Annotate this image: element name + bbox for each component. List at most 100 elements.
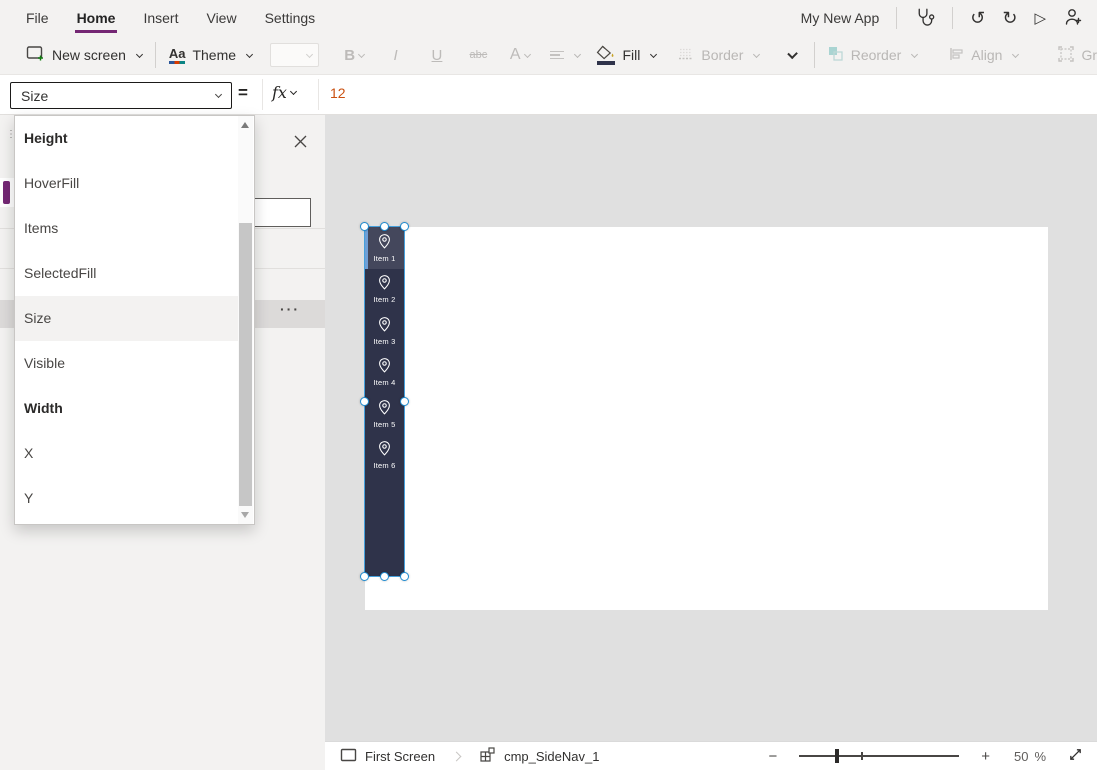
- divider: [318, 79, 319, 110]
- property-option-selectedfill[interactable]: SelectedFill: [15, 251, 238, 296]
- breadcrumb-component[interactable]: cmp_SideNav_1: [504, 749, 599, 764]
- sidenav-item-label: Item 2: [373, 295, 395, 304]
- scroll-down-icon[interactable]: [241, 512, 249, 518]
- zoom-slider[interactable]: [799, 755, 959, 757]
- more-commands-chevron-icon[interactable]: [788, 49, 799, 60]
- menubar: FileHomeInsertViewSettings My New App ↺ …: [0, 0, 1097, 36]
- redo-icon[interactable]: ↻: [1002, 9, 1017, 27]
- sidenav-item-2[interactable]: Item 2: [365, 269, 404, 311]
- scroll-up-icon[interactable]: [241, 122, 249, 128]
- selection-handle-bottom-middle[interactable]: [380, 572, 389, 581]
- fx-icon: fx: [272, 83, 287, 102]
- text-align-button[interactable]: [550, 51, 580, 60]
- selection-handle-top-middle[interactable]: [380, 222, 389, 231]
- property-option-visible[interactable]: Visible: [15, 341, 238, 386]
- menu-item-settings[interactable]: Settings: [251, 0, 330, 36]
- formula-input[interactable]: 12: [330, 85, 1087, 101]
- breadcrumb-screen[interactable]: First Screen: [365, 749, 435, 764]
- group-button[interactable]: Gr: [1058, 46, 1097, 65]
- scrollbar-thumb[interactable]: [239, 223, 252, 506]
- selection-handle-top-right[interactable]: [400, 222, 409, 231]
- sidenav-item-5[interactable]: Item 5: [365, 393, 404, 435]
- close-panel-icon[interactable]: [291, 132, 310, 151]
- zoom-out-button[interactable]: −: [768, 748, 777, 765]
- property-option-y[interactable]: Y: [15, 476, 238, 521]
- zoom-slider-thumb[interactable]: [835, 749, 839, 763]
- divider: [896, 7, 897, 29]
- app-title: My New App: [801, 10, 880, 26]
- divider: [814, 42, 815, 68]
- sidenav-item-6[interactable]: Item 6: [365, 435, 404, 477]
- overflow-menu-icon[interactable]: ···: [280, 301, 300, 317]
- font-color-button[interactable]: A: [499, 46, 540, 64]
- menu-item-file[interactable]: File: [12, 0, 63, 36]
- font-size-combobox[interactable]: [270, 43, 319, 67]
- sidenav-items: Item 1 Item 2 Item 3 Item 4 Item 5 Item 6: [365, 227, 404, 476]
- italic-button[interactable]: I: [375, 47, 416, 64]
- theme-aa-icon: Aa: [169, 47, 186, 64]
- property-selector-combobox[interactable]: Size: [10, 82, 232, 109]
- border-icon: [678, 47, 694, 64]
- underline-button[interactable]: U: [416, 47, 457, 64]
- play-preview-icon[interactable]: ▷: [1034, 11, 1046, 26]
- sidenav-item-label: Item 6: [373, 461, 395, 470]
- border-button[interactable]: Border: [678, 47, 759, 64]
- fit-to-window-icon[interactable]: [1068, 747, 1083, 765]
- chevron-down-icon: [215, 91, 222, 98]
- zoom-percent-value: 50: [1014, 749, 1028, 764]
- fx-dropdown-button[interactable]: fx: [272, 83, 296, 102]
- map-pin-icon: [377, 233, 392, 253]
- group-label: Gr: [1081, 47, 1097, 63]
- formula-bar: Size = fx 12: [0, 74, 1097, 115]
- canvas-area: Item 1 Item 2 Item 3 Item 4 Item 5 Item 6: [325, 115, 1097, 741]
- screen-artboard[interactable]: [365, 227, 1048, 610]
- sidenav-item-4[interactable]: Item 4: [365, 352, 404, 394]
- undo-icon[interactable]: ↺: [970, 9, 985, 27]
- property-option-height[interactable]: Height: [15, 116, 238, 161]
- sidenav-item-3[interactable]: Item 3: [365, 310, 404, 352]
- reorder-button[interactable]: Reorder: [828, 46, 918, 65]
- strikethrough-button[interactable]: abc: [458, 49, 499, 61]
- bold-button[interactable]: B: [333, 47, 374, 64]
- panel-search-input[interactable]: [253, 198, 311, 227]
- menu-item-home[interactable]: Home: [63, 0, 130, 36]
- align-button[interactable]: Align: [949, 47, 1018, 64]
- property-option-size[interactable]: Size: [15, 296, 238, 341]
- property-option-width[interactable]: Width: [15, 386, 238, 431]
- fill-button[interactable]: Fill: [596, 45, 656, 65]
- breadcrumb: First Screen cmp_SideNav_1: [325, 746, 599, 767]
- chevron-down-icon: [753, 50, 760, 57]
- selection-handle-bottom-left[interactable]: [360, 572, 369, 581]
- chevron-down-icon: [1012, 50, 1019, 57]
- app-checker-icon[interactable]: [914, 6, 935, 30]
- sidenav-component[interactable]: Item 1 Item 2 Item 3 Item 4 Item 5 Item 6: [365, 227, 404, 576]
- new-screen-button[interactable]: New screen: [26, 45, 142, 65]
- selection-handle-middle-left[interactable]: [360, 397, 369, 406]
- workspace: ⋮ [ ··· Item 1Item 2Item 3Item 4Item 5It…: [0, 115, 1097, 770]
- selection-handle-top-left[interactable]: [360, 222, 369, 231]
- map-pin-icon: [377, 399, 392, 419]
- property-option-items[interactable]: Items: [15, 206, 238, 251]
- property-option-hoverfill[interactable]: HoverFill: [15, 161, 238, 206]
- border-label: Border: [701, 47, 743, 63]
- chevron-down-icon: [650, 50, 657, 57]
- dropdown-scrollbar[interactable]: [238, 116, 253, 524]
- zoom-in-button[interactable]: +: [981, 748, 990, 765]
- map-pin-icon: [377, 274, 392, 294]
- sidenav-item-1[interactable]: Item 1: [365, 227, 404, 269]
- property-option-x[interactable]: X: [15, 431, 238, 476]
- divider: [155, 42, 156, 68]
- selection-handle-middle-right[interactable]: [400, 397, 409, 406]
- share-person-icon[interactable]: [1063, 7, 1083, 30]
- powerapps-studio-window: FileHomeInsertViewSettings My New App ↺ …: [0, 0, 1097, 770]
- selection-handle-bottom-right[interactable]: [400, 572, 409, 581]
- theme-button[interactable]: Aa Theme: [169, 47, 252, 64]
- fill-color-swatch: [597, 61, 615, 65]
- map-pin-icon: [377, 440, 392, 460]
- menu-item-insert[interactable]: Insert: [129, 0, 192, 36]
- theme-label: Theme: [192, 47, 236, 63]
- titlebar-right: My New App ↺ ↻ ▷: [801, 0, 1097, 36]
- chevron-down-icon: [136, 50, 143, 57]
- sidenav-item-label: Item 4: [373, 378, 395, 387]
- menu-item-view[interactable]: View: [192, 0, 250, 36]
